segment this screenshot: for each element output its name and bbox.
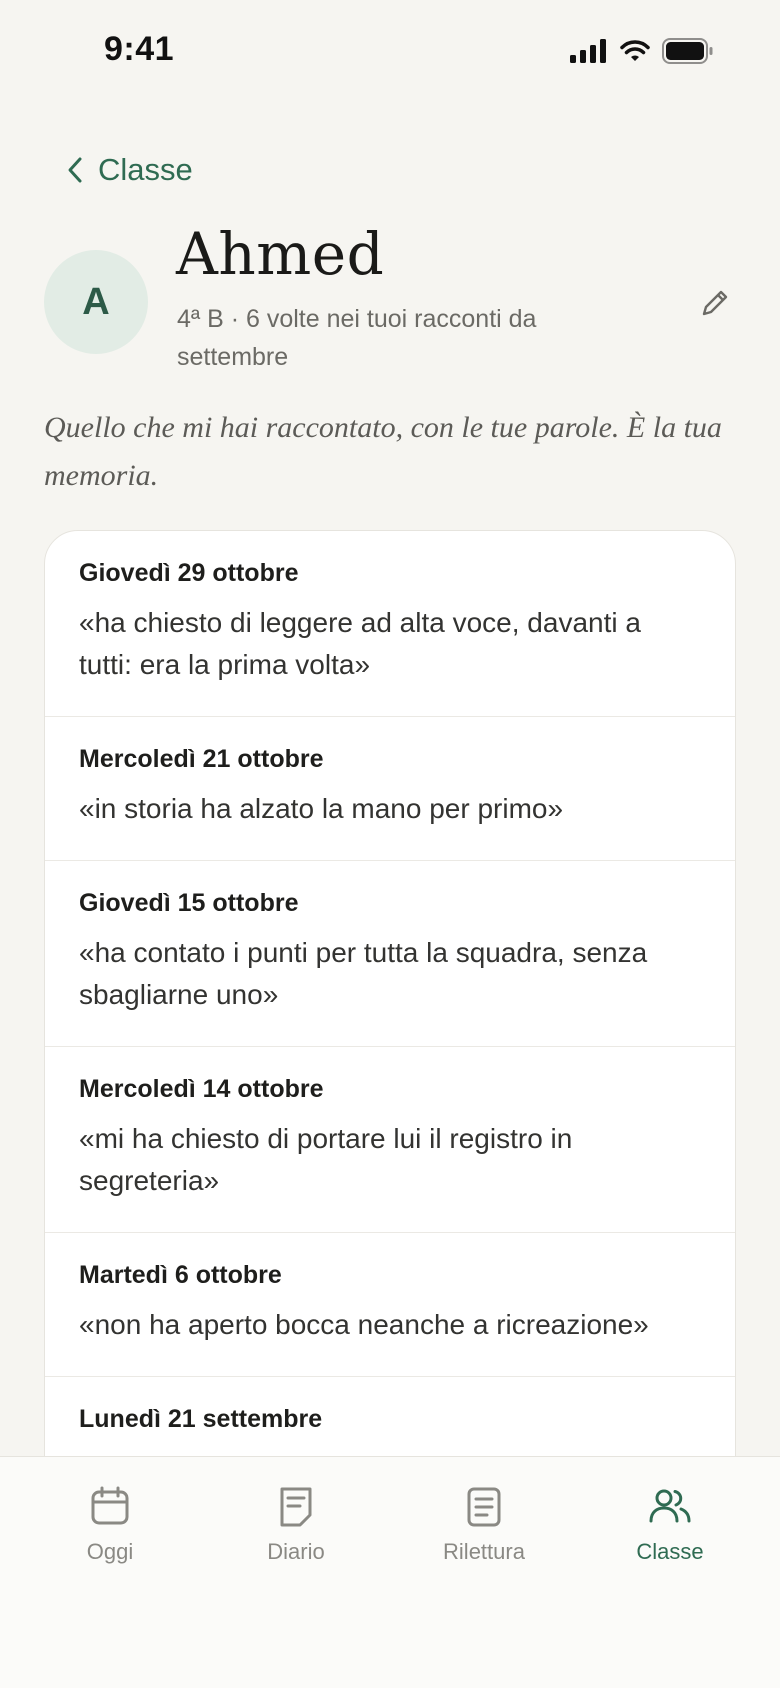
- entry-text: «non ha aperto bocca neanche a ricreazio…: [79, 1309, 649, 1340]
- intro-text: Quello che mi hai raccontato, con le tue…: [44, 411, 722, 492]
- entry-date: Mercoledì 21 ottobre: [79, 745, 324, 773]
- entry-text: «in storia ha alzato la mano per primo»: [79, 793, 564, 824]
- status-icons: [570, 38, 714, 64]
- tab-label: Classe: [636, 1539, 704, 1564]
- entry-text: «ha chiesto di leggere ad alta voce, dav…: [79, 607, 641, 680]
- avatar: A: [44, 250, 148, 354]
- list-item[interactable]: Giovedì 15 ottobre «ha contato i punti p…: [45, 861, 735, 1047]
- status-bar: 9:41: [0, 0, 780, 104]
- back-label: Classe: [98, 152, 193, 187]
- entry-text: «mi ha chiesto di portare lui il registr…: [79, 1123, 573, 1196]
- entry-date: Lunedì 21 settembre: [79, 1405, 323, 1433]
- tab-rilettura[interactable]: Rilettura: [404, 1485, 564, 1565]
- back-button[interactable]: Classe: [66, 152, 193, 188]
- tab-label: Rilettura: [443, 1539, 525, 1564]
- calendar-icon: [91, 1486, 129, 1525]
- list-item[interactable]: Mercoledì 21 ottobre «in storia ha alzat…: [45, 717, 735, 861]
- wifi-icon: [620, 40, 650, 61]
- list-item[interactable]: Mercoledì 14 ottobre «mi ha chiesto di p…: [45, 1047, 735, 1233]
- entry-date: Giovedì 15 ottobre: [79, 889, 299, 917]
- pencil-icon: [702, 290, 728, 316]
- avatar-initial: A: [82, 280, 110, 323]
- entry-text: «ha contato i punti per tutta la squadra…: [79, 937, 648, 1010]
- status-time: 9:41: [104, 30, 175, 68]
- tab-diario[interactable]: Diario: [216, 1485, 376, 1565]
- entry-date: Giovedì 29 ottobre: [79, 559, 299, 587]
- document-icon: [467, 1487, 501, 1527]
- student-meta: 4ª B · 6 volte nei tuoi racconti da sett…: [177, 305, 537, 371]
- battery-icon: [662, 38, 713, 64]
- student-name: Ahmed: [176, 220, 385, 288]
- list-item[interactable]: Martedì 6 ottobre «non ha aperto bocca n…: [45, 1233, 735, 1377]
- note-icon: [280, 1487, 312, 1527]
- list-item[interactable]: Giovedì 29 ottobre «ha chiesto di legger…: [45, 531, 735, 717]
- entry-date: Mercoledì 14 ottobre: [79, 1075, 324, 1103]
- tab-oggi[interactable]: Oggi: [30, 1485, 190, 1565]
- tab-classe[interactable]: Classe: [590, 1485, 750, 1565]
- entry-date: Martedì 6 ottobre: [79, 1261, 282, 1289]
- tab-bar: Oggi Diario Rilettura Classe: [0, 1456, 780, 1688]
- chevron-left-icon: [68, 157, 82, 183]
- people-icon: [649, 1489, 691, 1523]
- tab-label: Diario: [267, 1539, 325, 1564]
- edit-button[interactable]: [698, 286, 732, 320]
- memory-list: Giovedì 29 ottobre «ha chiesto di legger…: [44, 530, 736, 1550]
- cellular-signal-icon: [570, 39, 606, 63]
- tab-label: Oggi: [86, 1539, 134, 1564]
